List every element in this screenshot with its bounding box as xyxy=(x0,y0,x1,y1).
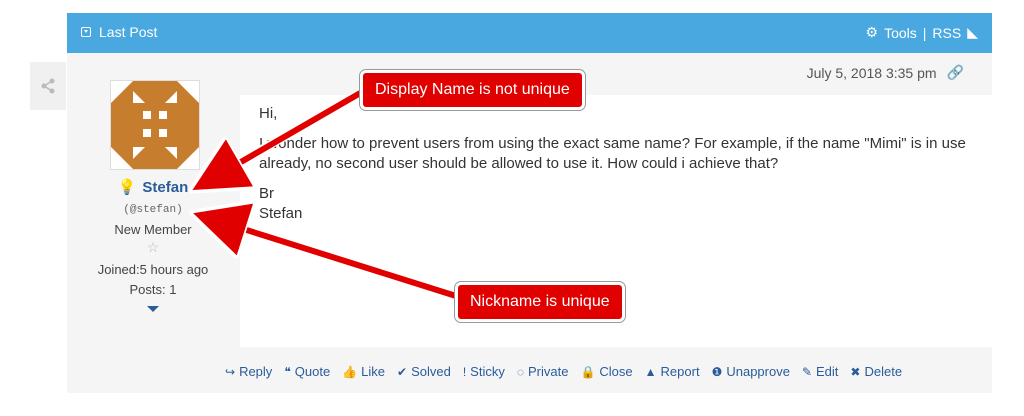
nickname-callout: Nickname is unique xyxy=(455,282,625,322)
display-name-callout: Display Name is not unique xyxy=(360,70,585,110)
display-name-arrow xyxy=(215,89,364,177)
annotation-arrows xyxy=(0,88,458,301)
nickname-arrow xyxy=(218,221,457,299)
